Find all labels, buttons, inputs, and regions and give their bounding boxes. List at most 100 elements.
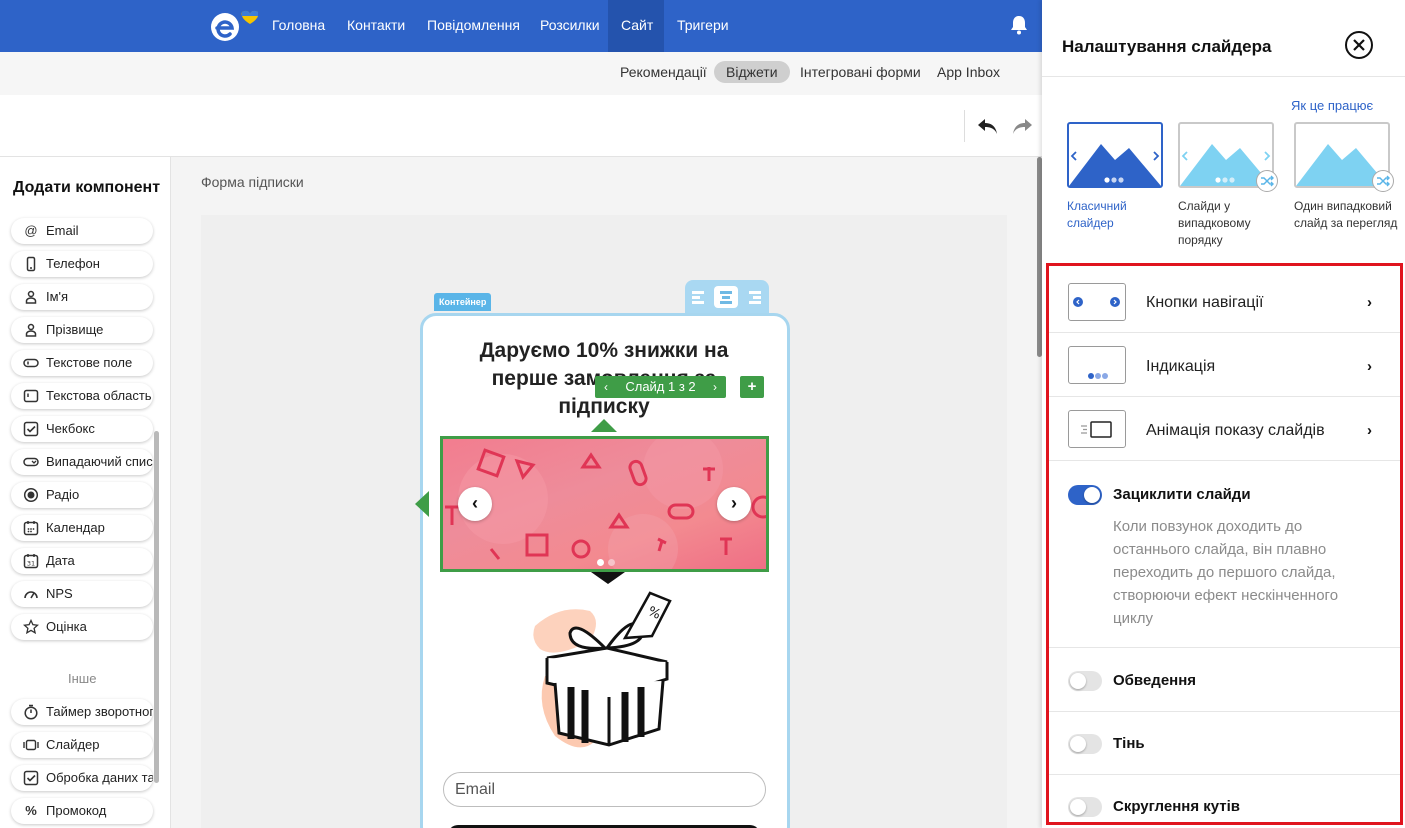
toolbar-divider <box>964 110 965 142</box>
style-classic-label: Класичний слайдер <box>1067 199 1127 230</box>
top-navigation: Головна Контакти Повідомлення Розсилки С… <box>0 0 1042 52</box>
component-checkbox[interactable]: Чекбокс <box>11 416 153 442</box>
component-label: Чекбокс <box>46 421 95 436</box>
component-label: Обробка даних та <box>46 770 153 785</box>
drag-handle-top-icon[interactable] <box>591 419 617 432</box>
esputnik-logo[interactable] <box>210 10 259 44</box>
container-tag[interactable]: Контейнер <box>434 293 492 311</box>
style-random-order-label: Слайди у випадковому порядку <box>1178 199 1251 247</box>
nav-campaigns[interactable]: Розсилки <box>527 0 613 52</box>
corner-rounding-label: Скруглення кутів <box>1113 798 1241 815</box>
nav-messages[interactable]: Повідомлення <box>414 0 533 52</box>
row-indication[interactable]: Індикація › <box>1049 333 1400 397</box>
component-countdown-timer[interactable]: Таймер зворотного відліку <box>11 699 153 725</box>
prev-slide-chevron-icon[interactable]: ‹ <box>604 376 608 398</box>
component-email[interactable]: @ Email <box>11 218 153 244</box>
subnav-widgets[interactable]: Віджети <box>714 61 790 83</box>
component-label: NPS <box>46 586 73 601</box>
components-scrollbar[interactable] <box>154 431 159 783</box>
slider-settings-panel: Налаштування слайдера Як це працює Класи… <box>1042 0 1405 828</box>
subnav-recommendations[interactable]: Рекомендації <box>608 61 719 83</box>
bell-icon[interactable] <box>1008 14 1030 36</box>
email-input[interactable]: Email <box>443 772 766 807</box>
slide-indicator-pill[interactable]: ‹ Слайд 1 з 2 › <box>595 376 726 398</box>
component-label: Радіо <box>46 487 80 502</box>
slider-icon <box>23 737 39 753</box>
subnav-embedded-forms[interactable]: Інтегровані форми <box>788 61 933 83</box>
align-left-icon[interactable] <box>687 286 711 308</box>
alignment-toolbar <box>685 280 769 314</box>
component-data-processing[interactable]: Обробка даних та <box>11 765 153 791</box>
nav-site[interactable]: Сайт <box>608 0 664 52</box>
style-classic-slider[interactable] <box>1067 122 1163 188</box>
slider-component[interactable]: ‹ › <box>440 436 769 572</box>
subnav-app-inbox[interactable]: App Inbox <box>925 61 1012 83</box>
redo-icon[interactable] <box>1009 113 1035 139</box>
row-outline: Обведення <box>1049 649 1400 712</box>
component-nps[interactable]: NPS <box>11 581 153 607</box>
text-area-icon <box>23 388 39 404</box>
add-slide-button[interactable]: + <box>740 376 764 398</box>
component-label: Email <box>46 223 79 238</box>
row-navigation-buttons[interactable]: Кнопки навігації › <box>1049 269 1400 333</box>
component-first-name[interactable]: Ім'я <box>11 284 153 310</box>
next-slide-chevron-icon[interactable]: › <box>713 376 717 398</box>
row-shadow: Тінь <box>1049 712 1400 775</box>
nav-home[interactable]: Головна <box>259 0 338 52</box>
component-date[interactable]: 31 Дата <box>11 548 153 574</box>
how-it-works-link[interactable]: Як це працює <box>1291 98 1373 113</box>
slider-prev-button[interactable]: ‹ <box>458 487 492 521</box>
slide-animation-label: Анімація показу слайдів <box>1146 422 1325 439</box>
indication-label: Індикація <box>1146 358 1216 375</box>
align-right-icon[interactable] <box>742 286 766 308</box>
component-rating[interactable]: Оцінка <box>11 614 153 640</box>
person-icon <box>23 289 39 305</box>
component-text-field[interactable]: Текстове поле <box>11 350 153 376</box>
component-last-name[interactable]: Прізвище <box>11 317 153 343</box>
corner-rounding-toggle[interactable] <box>1068 797 1102 817</box>
slide-animation-icon <box>1068 410 1126 448</box>
slider-dot[interactable] <box>608 559 615 566</box>
component-label: Текстове поле <box>46 355 133 370</box>
component-dropdown[interactable]: Випадаючий список <box>11 449 153 475</box>
undo-icon[interactable] <box>975 113 1001 139</box>
component-label: Ім'я <box>46 289 69 304</box>
component-radio[interactable]: Радіо <box>11 482 153 508</box>
component-label: Телефон <box>46 256 100 271</box>
toggle-knob <box>1070 799 1086 815</box>
toggle-knob <box>1084 487 1100 503</box>
slider-dots <box>597 553 619 569</box>
shuffle-icon <box>1372 170 1394 192</box>
gauge-icon <box>23 586 39 602</box>
loop-slides-description: Коли повзунок доходить до останнього сла… <box>1113 518 1339 627</box>
other-section-title: Інше <box>68 671 97 686</box>
components-panel-title: Додати компонент <box>13 179 161 196</box>
nav-triggers[interactable]: Тригери <box>664 0 742 52</box>
component-phone[interactable]: Телефон <box>11 251 153 277</box>
percent-icon: % <box>25 803 37 818</box>
drag-handle-bottom-icon[interactable] <box>591 572 625 584</box>
align-center-icon[interactable] <box>714 286 738 308</box>
radio-icon <box>23 487 39 503</box>
nav-contacts[interactable]: Контакти <box>334 0 418 52</box>
chevron-left-icon: ‹ <box>472 493 478 513</box>
drag-handle-left-icon[interactable] <box>415 491 429 517</box>
slider-dot-active[interactable] <box>597 559 604 566</box>
chevron-right-icon: › <box>731 493 737 513</box>
loop-slides-toggle[interactable] <box>1068 485 1102 505</box>
component-calendar[interactable]: Календар <box>11 515 153 541</box>
outline-label: Обведення <box>1113 672 1197 689</box>
gift-illustration: % <box>525 586 685 756</box>
slider-next-button[interactable]: › <box>717 487 751 521</box>
outline-toggle[interactable] <box>1068 671 1102 691</box>
row-slide-animation[interactable]: Анімація показу слайдів › <box>1049 397 1400 461</box>
close-icon[interactable] <box>1344 30 1374 60</box>
component-slider[interactable]: Слайдер <box>11 732 153 758</box>
component-promocode[interactable]: % Промокод <box>11 798 153 824</box>
component-label: Випадаючий список <box>46 454 153 469</box>
component-text-area[interactable]: Текстова область <box>11 383 153 409</box>
toggle-knob <box>1070 736 1086 752</box>
component-label: Промокод <box>46 803 107 818</box>
shadow-toggle[interactable] <box>1068 734 1102 754</box>
timer-icon <box>23 704 39 720</box>
